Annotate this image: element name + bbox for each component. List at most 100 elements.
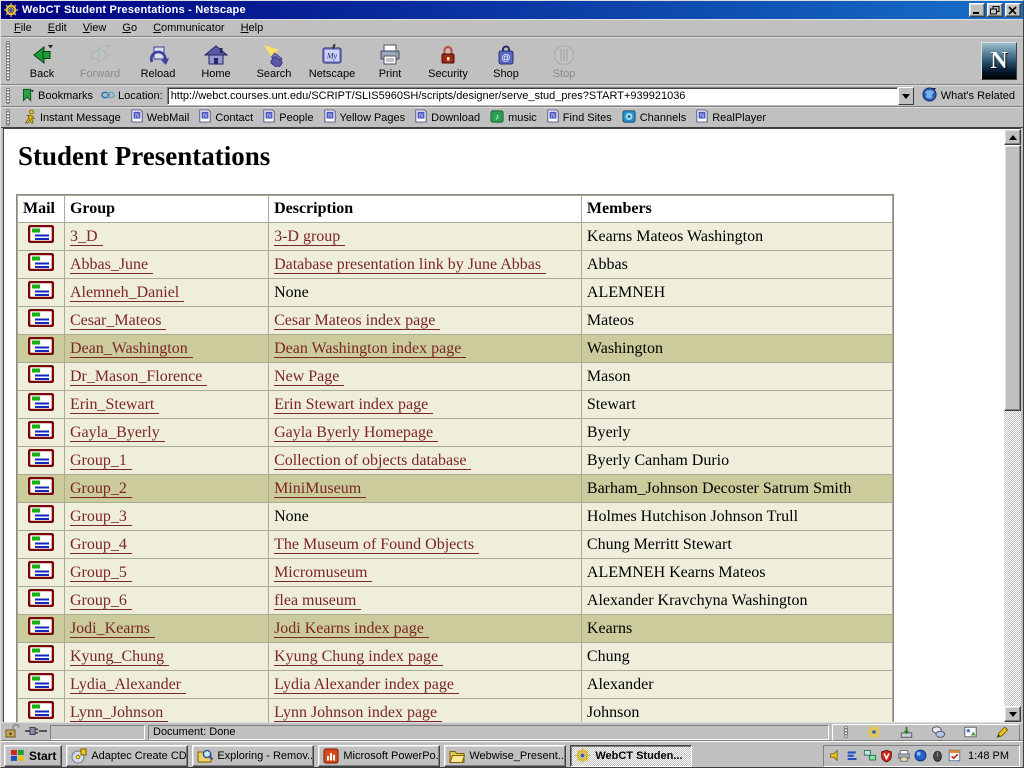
back-button[interactable]: Back <box>13 39 71 83</box>
mail-icon[interactable] <box>28 449 54 467</box>
scrollbar-thumb[interactable] <box>1004 145 1021 411</box>
group-link[interactable]: Lynn_Johnson <box>70 704 168 722</box>
mail-icon[interactable] <box>28 505 54 523</box>
group-link[interactable]: Lydia_Alexander <box>70 676 186 694</box>
menu-item-help[interactable]: Help <box>234 21 271 35</box>
description-link[interactable]: The Museum of Found Objects <box>274 536 479 554</box>
close-button[interactable] <box>1005 3 1021 17</box>
description-link[interactable]: Collection of objects database <box>274 452 471 470</box>
personal-item-yellow-pages[interactable]: N Yellow Pages <box>324 109 406 126</box>
scroll-up-button[interactable] <box>1004 129 1021 145</box>
mail-icon[interactable] <box>28 673 54 691</box>
newsgroups-icon[interactable] <box>929 724 947 740</box>
description-link[interactable]: Micromuseum <box>274 564 372 582</box>
search-button[interactable]: Search <box>245 39 303 83</box>
volume-icon[interactable] <box>828 748 843 764</box>
composer-icon[interactable] <box>993 724 1011 740</box>
task-adaptec-create-cd[interactable]: Adaptec Create CD <box>66 745 188 767</box>
toolbar-gripper[interactable] <box>6 41 10 80</box>
realplayer-icon[interactable] <box>913 748 928 764</box>
description-link[interactable]: flea museum <box>274 592 361 610</box>
personal-item-channels[interactable]: Channels <box>622 110 686 126</box>
mail-icon[interactable] <box>28 617 54 635</box>
description-link[interactable]: Lynn Johnson index page <box>274 704 442 722</box>
security-button[interactable]: Security <box>419 39 477 83</box>
personal-item-music[interactable]: ♪ music <box>490 110 537 126</box>
display-bars-icon[interactable] <box>845 748 860 764</box>
description-link[interactable]: 3-D group <box>274 228 345 246</box>
start-button[interactable]: Start <box>4 745 62 767</box>
security-lock-icon[interactable] <box>4 723 22 741</box>
netscape-logo[interactable]: N <box>981 42 1017 80</box>
group-link[interactable]: Jodi_Kearns <box>70 620 155 638</box>
menu-item-edit[interactable]: Edit <box>41 21 74 35</box>
group-link[interactable]: Group_3 <box>70 508 132 526</box>
antivirus-shield-icon[interactable] <box>879 748 894 764</box>
description-link[interactable]: Database presentation link by June Abbas <box>274 256 546 274</box>
personal-item-download[interactable]: N Download <box>415 109 480 126</box>
group-link[interactable]: Abbas_June <box>70 256 153 274</box>
mail-icon[interactable] <box>28 225 54 243</box>
menu-item-file[interactable]: File <box>7 21 39 35</box>
locbar-gripper[interactable] <box>6 88 10 103</box>
mail-icon[interactable] <box>28 393 54 411</box>
reload-button[interactable]: Reload <box>129 39 187 83</box>
task-microsoft-powerpo[interactable]: Microsoft PowerPo... <box>318 745 440 767</box>
mail-icon[interactable] <box>28 421 54 439</box>
netscape-button[interactable]: My Netscape <box>303 39 361 83</box>
group-link[interactable]: Group_2 <box>70 480 132 498</box>
menu-item-communicator[interactable]: Communicator <box>146 21 232 35</box>
bookmarks-button[interactable]: Bookmarks <box>17 87 97 106</box>
mail-icon[interactable] <box>28 253 54 271</box>
minimize-button[interactable] <box>969 3 985 17</box>
mail-icon[interactable] <box>28 561 54 579</box>
task-exploring-remov[interactable]: Exploring - Remov... <box>192 745 314 767</box>
persbar-gripper[interactable] <box>6 109 10 125</box>
group-link[interactable]: Erin_Stewart <box>70 396 159 414</box>
mouse-icon[interactable] <box>930 748 945 764</box>
group-link[interactable]: Group_5 <box>70 564 132 582</box>
menu-item-go[interactable]: Go <box>115 21 144 35</box>
navigator-icon[interactable] <box>865 724 883 740</box>
group-link[interactable]: Group_6 <box>70 592 132 610</box>
mail-icon[interactable] <box>28 645 54 663</box>
group-link[interactable]: Group_1 <box>70 452 132 470</box>
mail-icon[interactable] <box>28 365 54 383</box>
description-link[interactable]: Jodi Kearns index page <box>274 620 429 638</box>
group-link[interactable]: Dr_Mason_Florence <box>70 368 207 386</box>
mail-icon[interactable] <box>28 477 54 495</box>
personal-item-find-sites[interactable]: N Find Sites <box>547 109 612 126</box>
description-link[interactable]: Dean Washington index page <box>274 340 466 358</box>
network-icon[interactable] <box>862 748 877 764</box>
print-button[interactable]: Print <box>361 39 419 83</box>
menu-item-view[interactable]: View <box>76 21 114 35</box>
vertical-scrollbar[interactable] <box>1004 129 1021 722</box>
group-link[interactable]: Gayla_Byerly <box>70 424 165 442</box>
mail-icon[interactable] <box>28 337 54 355</box>
group-link[interactable]: 3_D <box>70 228 103 246</box>
scroll-down-button[interactable] <box>1004 706 1021 722</box>
whats-related-button[interactable]: What's Related <box>918 86 1019 106</box>
component-bar-gripper[interactable] <box>844 726 848 738</box>
shop-button[interactable]: @ Shop <box>477 39 535 83</box>
group-link[interactable]: Kyung_Chung <box>70 648 169 666</box>
printer-tray-icon[interactable] <box>896 748 911 764</box>
group-link[interactable]: Alemneh_Daniel <box>70 284 184 302</box>
description-link[interactable]: Lydia Alexander index page <box>274 676 459 694</box>
personal-item-webmail[interactable]: N WebMail <box>131 109 190 126</box>
address-book-icon[interactable] <box>961 724 979 740</box>
task-scheduler-icon[interactable] <box>947 748 962 764</box>
mail-icon[interactable] <box>28 701 54 719</box>
group-link[interactable]: Dean_Washington <box>70 340 193 358</box>
mail-icon[interactable] <box>28 281 54 299</box>
url-input[interactable] <box>167 87 898 105</box>
description-link[interactable]: MiniMuseum <box>274 480 366 498</box>
description-link[interactable]: Gayla Byerly Homepage <box>274 424 438 442</box>
mail-icon[interactable] <box>28 309 54 327</box>
group-link[interactable]: Cesar_Mateos <box>70 312 167 330</box>
personal-item-people[interactable]: N People <box>263 109 313 126</box>
group-link[interactable]: Group_4 <box>70 536 132 554</box>
description-link[interactable]: Kyung Chung index page <box>274 648 443 666</box>
mail-icon[interactable] <box>28 589 54 607</box>
personal-item-realplayer[interactable]: N RealPlayer <box>696 109 766 126</box>
